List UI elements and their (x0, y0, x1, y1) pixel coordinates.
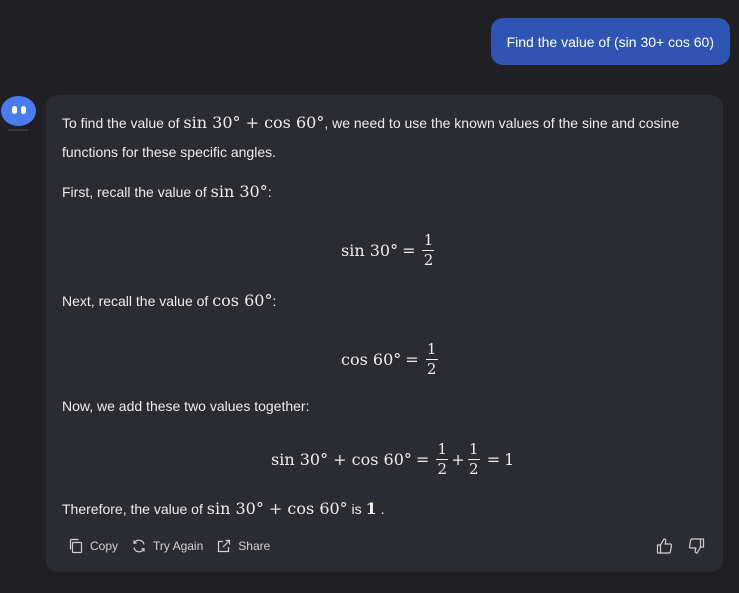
intro-math: sin 30° + cos 60° (183, 113, 325, 132)
share-icon (218, 539, 231, 553)
eq2-fraction: 1 2 (425, 340, 438, 378)
eq3-numerator-1: 1 (437, 440, 448, 458)
equation-cos60: cos 60° = 1 2 (341, 341, 441, 378)
share-button[interactable]: Share (216, 538, 270, 554)
avatar-shadow (8, 129, 28, 131)
copy-button[interactable]: Copy (68, 538, 118, 554)
avatar-right-eye (21, 106, 26, 114)
eq1-equals: = (402, 241, 416, 260)
answer-intro-line2: functions for these specific angles. (62, 144, 277, 160)
step2-text: Next, recall the value of (62, 293, 213, 309)
eq1-denominator: 2 (423, 251, 434, 269)
conclusion-text: Therefore, the value of (62, 501, 207, 517)
thumbs-down-button[interactable] (687, 537, 705, 560)
step2-line: Next, recall the value of cos 60°: (62, 291, 276, 310)
eq3-equals-2: = (486, 450, 501, 469)
conclusion-is: is (347, 501, 366, 517)
step1-text: First, recall the value of (62, 184, 211, 200)
equation-sum: sin 30° + cos 60° = 1 2 + 1 2 = 1 (271, 441, 514, 478)
chat-page: Find the value of (sin 30+ cos 60) To fi… (0, 0, 739, 593)
eq2-equals: = (405, 350, 419, 369)
thumbs-down-icon (688, 538, 705, 554)
step1-suffix: : (267, 184, 272, 200)
thumbs-up-button[interactable] (656, 537, 674, 560)
eq2-numerator: 1 (426, 340, 437, 358)
refresh-icon (133, 539, 145, 553)
thumbs-up-icon (656, 538, 673, 554)
try-again-button[interactable]: Try Again (131, 538, 203, 554)
eq3-result: 1 (504, 450, 515, 469)
conclusion-result: 1 (365, 499, 377, 518)
eq2-denominator: 2 (426, 360, 437, 378)
step3-line: Now, we add these two values together: (62, 398, 310, 414)
user-message-bubble: Find the value of (sin 30+ cos 60) (490, 18, 730, 65)
feedback-buttons (643, 537, 705, 560)
step1-math: sin 30° (210, 182, 268, 201)
eq3-equals: = (415, 450, 430, 469)
eq3-plus: + (451, 450, 465, 469)
copy-label: Copy (90, 539, 119, 553)
copy-icon (69, 538, 83, 554)
avatar-left-eye (12, 106, 17, 114)
eq3-numerator-2: 1 (468, 440, 479, 458)
eq2-lhs: cos 60° (341, 350, 402, 369)
eq3-lhs: sin 30° + cos 60° (271, 450, 412, 469)
eq3-fraction-1: 1 2 (436, 440, 449, 478)
try-again-label: Try Again (153, 539, 204, 553)
eq1-fraction: 1 2 (422, 231, 435, 269)
answer-intro-line1: To find the value of sin 30° + cos 60°, … (62, 113, 679, 132)
eq3-denominator-1: 2 (437, 460, 448, 478)
eq3-denominator-2: 2 (468, 460, 479, 478)
intro-text-cont: , we need to use the known values of the… (324, 115, 680, 131)
eq1-lhs: sin 30° (341, 241, 399, 260)
eq1-numerator: 1 (423, 231, 434, 249)
bot-avatar (1, 96, 36, 126)
step2-math: cos 60° (212, 291, 273, 310)
step1-line: First, recall the value of sin 30°: (62, 182, 272, 201)
step2-suffix: : (272, 293, 277, 309)
equation-sin30: sin 30° = 1 2 (341, 232, 437, 269)
share-label: Share (238, 539, 271, 553)
response-actions: Copy Try Again Share (68, 538, 283, 554)
intro-text: To find the value of (62, 115, 184, 131)
assistant-answer-card: To find the value of sin 30° + cos 60°, … (46, 95, 723, 572)
conclusion-line: Therefore, the value of sin 30° + cos 60… (62, 499, 384, 518)
user-message-text: Find the value of (sin 30+ cos 60) (506, 33, 714, 50)
conclusion-period: . (376, 501, 385, 517)
conclusion-math: sin 30° + cos 60° (206, 499, 348, 518)
eq3-fraction-2: 1 2 (467, 440, 480, 478)
